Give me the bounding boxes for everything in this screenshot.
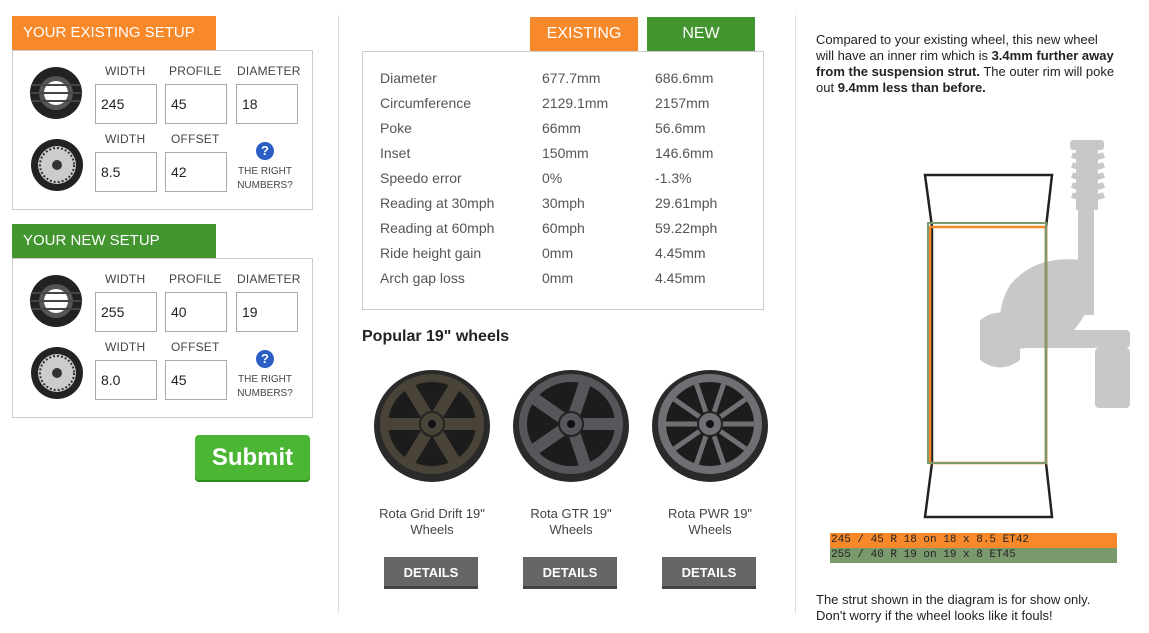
diagram-footnote: The strut shown in the diagram is for sh… — [816, 592, 1091, 623]
comparison-row: Arch gap loss 0mm 4.45mm — [363, 270, 763, 295]
comparison-row: Inset 150mm 146.6mm — [363, 145, 763, 170]
existing-profile-label: PROFILE — [169, 64, 222, 78]
new-offset-label: OFFSET — [171, 340, 220, 354]
help-icon[interactable]: ? — [256, 142, 274, 160]
comparison-label: Reading at 60mph — [380, 220, 495, 236]
existing-wheel-width-input[interactable] — [95, 152, 157, 192]
divider — [338, 15, 339, 613]
comparison-row: Reading at 60mph 60mph 59.22mph — [363, 220, 763, 245]
comparison-row: Diameter 677.7mm 686.6mm — [363, 70, 763, 95]
wheel-name[interactable]: Rota PWR 19" Wheels — [648, 506, 772, 538]
help-icon[interactable]: ? — [256, 350, 274, 368]
comparison-summary: Compared to your existing wheel, this ne… — [816, 32, 1116, 96]
existing-value: 0mm — [542, 245, 574, 261]
existing-value: 2129.1mm — [542, 95, 609, 111]
new-profile-label: PROFILE — [169, 272, 222, 286]
new-value: 146.6mm — [655, 145, 714, 161]
existing-offset-input[interactable] — [165, 152, 227, 192]
new-value: 686.6mm — [655, 70, 714, 86]
new-value: 4.45mm — [655, 270, 706, 286]
new-value: 4.45mm — [655, 245, 706, 261]
comparison-label: Diameter — [380, 70, 437, 86]
fitment-diagram — [923, 140, 1130, 519]
comparison-label: Inset — [380, 145, 411, 161]
details-button[interactable]: DETAILS — [662, 557, 756, 589]
comparison-label: Reading at 30mph — [380, 195, 495, 211]
comparison-row: Circumference 2129.1mm 2157mm — [363, 95, 763, 120]
new-value: 29.61mph — [655, 195, 718, 211]
wheel-icon — [31, 139, 83, 191]
summary-bold-2: 9.4mm less than before. — [837, 80, 986, 95]
help-text[interactable]: THE RIGHT NUMBERS? — [230, 373, 300, 401]
new-value: -1.3% — [655, 170, 692, 186]
new-wheel-width-input[interactable] — [95, 360, 157, 400]
existing-diameter-label: DIAMETER — [237, 64, 301, 78]
details-button[interactable]: DETAILS — [523, 557, 617, 589]
existing-tyre-diameter-input[interactable] — [236, 84, 298, 124]
new-setup-title: YOUR NEW SETUP — [12, 224, 216, 258]
comparison-row: Speedo error 0% -1.3% — [363, 170, 763, 195]
existing-value: 66mm — [542, 120, 581, 136]
help-text[interactable]: THE RIGHT NUMBERS? — [230, 165, 300, 193]
tyre-icon — [30, 67, 82, 119]
wheel-icon — [31, 347, 83, 399]
new-tyre-width-input[interactable] — [95, 292, 157, 332]
new-value: 2157mm — [655, 95, 710, 111]
new-tyre-profile-input[interactable] — [165, 292, 227, 332]
comparison-row: Ride height gain 0mm 4.45mm — [363, 245, 763, 270]
comparison-label: Poke — [380, 120, 412, 136]
new-tyre-diameter-input[interactable] — [236, 292, 298, 332]
comparison-row: Reading at 30mph 30mph 29.61mph — [363, 195, 763, 220]
comparison-label: Speedo error — [380, 170, 462, 186]
legend-existing: 245 / 45 R 18 on 18 x 8.5 ET42 — [830, 533, 1117, 548]
new-diameter-label: DIAMETER — [237, 272, 301, 286]
existing-tyre-profile-input[interactable] — [165, 84, 227, 124]
existing-value: 30mph — [542, 195, 585, 211]
comparison-row: Poke 66mm 56.6mm — [363, 120, 763, 145]
comparison-label: Arch gap loss — [380, 270, 465, 286]
legend-new: 255 / 40 R 19 on 19 x 8 ET45 — [830, 548, 1117, 563]
new-setup-panel: WIDTH PROFILE DIAMETER WIDTH OFFSET ? TH… — [12, 258, 313, 418]
new-width-label: WIDTH — [105, 272, 146, 286]
popular-wheels-title: Popular 19" wheels — [362, 328, 510, 345]
existing-wheel-width-label: WIDTH — [105, 132, 146, 146]
tab-new[interactable]: NEW — [647, 17, 755, 51]
wheel-name[interactable]: Rota Grid Drift 19" Wheels — [370, 506, 494, 538]
existing-width-label: WIDTH — [105, 64, 146, 78]
new-wheel-width-label: WIDTH — [105, 340, 146, 354]
wheel-card: Rota Grid Drift 19" Wheels — [370, 362, 494, 538]
suspension-strut-graphic — [980, 140, 1130, 408]
divider — [795, 15, 796, 613]
comparison-label: Ride height gain — [380, 245, 482, 261]
existing-setup-panel: WIDTH PROFILE DIAMETER WIDTH OFFSET ? TH… — [12, 50, 313, 210]
new-value: 59.22mph — [655, 220, 718, 236]
wheel-card: Rota GTR 19" Wheels — [509, 362, 633, 538]
comparison-label: Circumference — [380, 95, 472, 111]
existing-value: 150mm — [542, 145, 589, 161]
comparison-table: Diameter 677.7mm 686.6mm Circumference 2129.… — [362, 51, 764, 310]
wheel-image[interactable] — [648, 362, 772, 487]
existing-tyre-width-input[interactable] — [95, 84, 157, 124]
wheel-image[interactable] — [370, 362, 494, 487]
tyre-icon — [30, 275, 82, 327]
new-value: 56.6mm — [655, 120, 706, 136]
existing-value: 0mm — [542, 270, 574, 286]
new-offset-input[interactable] — [165, 360, 227, 400]
existing-value: 0% — [542, 170, 563, 186]
submit-button[interactable]: Submit — [195, 435, 310, 480]
details-button[interactable]: DETAILS — [384, 557, 478, 589]
existing-setup-title: YOUR EXISTING SETUP — [12, 16, 216, 50]
wheel-name[interactable]: Rota GTR 19" Wheels — [509, 506, 633, 538]
tab-existing[interactable]: EXISTING — [530, 17, 638, 51]
existing-offset-label: OFFSET — [171, 132, 220, 146]
existing-value: 60mph — [542, 220, 585, 236]
existing-value: 677.7mm — [542, 70, 601, 86]
wheel-card: Rota PWR 19" Wheels — [648, 362, 772, 538]
wheel-image[interactable] — [509, 362, 633, 487]
